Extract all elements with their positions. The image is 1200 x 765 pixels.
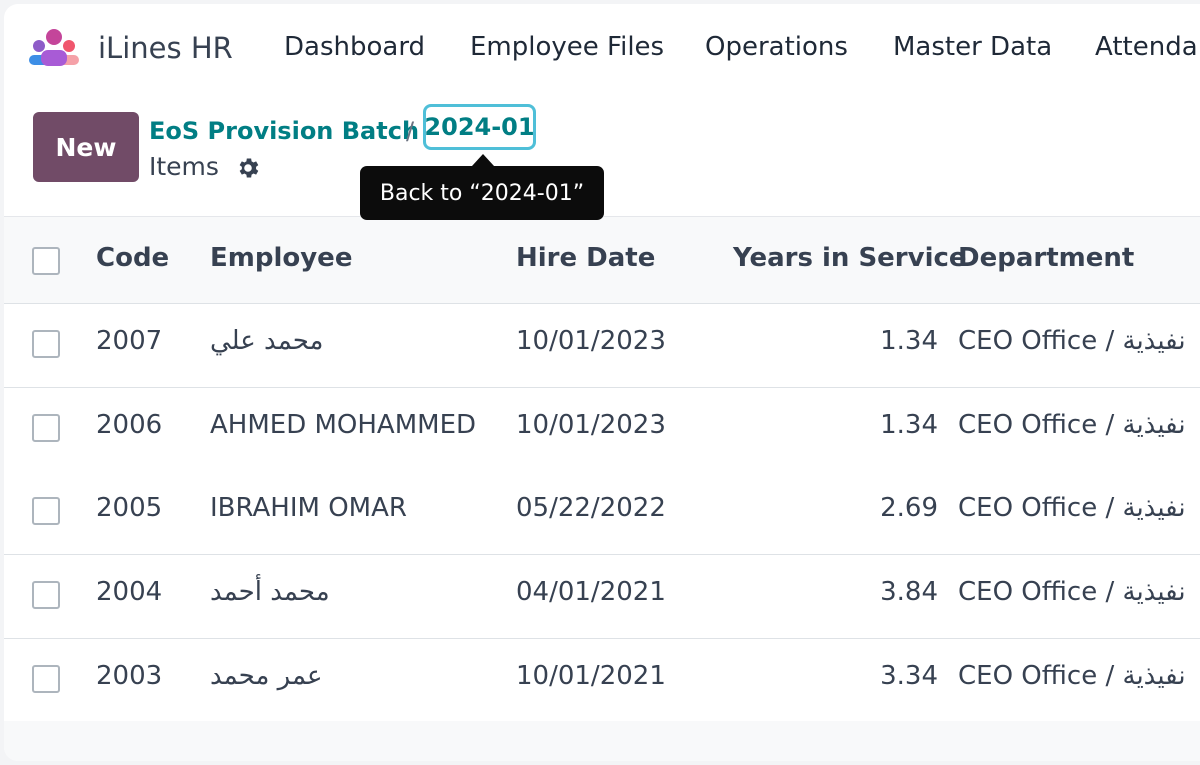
column-header-code[interactable]: Code bbox=[96, 243, 169, 273]
cell-code: 2007 bbox=[96, 326, 163, 356]
cell-code: 2005 bbox=[96, 493, 163, 523]
app-name[interactable]: iLines HR bbox=[98, 31, 233, 65]
menu-dashboard[interactable]: Dashboard bbox=[284, 32, 425, 62]
column-header-hire-date[interactable]: Hire Date bbox=[516, 243, 655, 273]
select-all-checkbox[interactable] bbox=[32, 247, 60, 275]
table-row[interactable]: 2005 IBRAHIM OMAR 05/22/2022 2.69 CEO Of… bbox=[4, 471, 1200, 555]
app-window: iLines HR Dashboard Employee Files Opera… bbox=[4, 4, 1200, 761]
row-checkbox[interactable] bbox=[32, 330, 60, 358]
list-footer bbox=[4, 721, 1200, 761]
menu-employee-files[interactable]: Employee Files bbox=[470, 32, 664, 62]
cell-department: CEO Office / نفيذية bbox=[958, 577, 1186, 607]
cell-code: 2004 bbox=[96, 577, 163, 607]
cell-years-in-service: 3.34 bbox=[880, 661, 938, 691]
row-checkbox[interactable] bbox=[32, 414, 60, 442]
table-row[interactable]: 2004 محمد أحمد 04/01/2021 3.84 CEO Offic… bbox=[4, 555, 1200, 639]
gear-icon[interactable] bbox=[235, 155, 261, 181]
cell-employee: محمد أحمد bbox=[210, 577, 330, 607]
cell-hire-date: 10/01/2021 bbox=[516, 661, 666, 691]
list-header: Code Employee Hire Date Years in Service… bbox=[4, 217, 1200, 304]
table-row[interactable]: 2003 عمر محمد 10/01/2021 3.34 CEO Office… bbox=[4, 639, 1200, 723]
cell-department: CEO Office / نفيذية bbox=[958, 410, 1186, 440]
cell-code: 2006 bbox=[96, 410, 163, 440]
top-navbar: iLines HR Dashboard Employee Files Opera… bbox=[4, 4, 1200, 92]
column-header-employee[interactable]: Employee bbox=[210, 243, 352, 273]
row-checkbox[interactable] bbox=[32, 497, 60, 525]
row-checkbox[interactable] bbox=[32, 581, 60, 609]
column-header-years-in-service[interactable]: Years in Service bbox=[733, 243, 967, 273]
cell-hire-date: 05/22/2022 bbox=[516, 493, 666, 523]
table-row[interactable]: 2007 محمد علي 10/01/2023 1.34 CEO Office… bbox=[4, 304, 1200, 388]
cell-employee: AHMED MOHAMMED bbox=[210, 410, 477, 440]
cell-years-in-service: 2.69 bbox=[880, 493, 938, 523]
row-checkbox[interactable] bbox=[32, 665, 60, 693]
cell-department: CEO Office / نفيذية bbox=[958, 326, 1186, 356]
cell-years-in-service: 3.84 bbox=[880, 577, 938, 607]
cell-employee: عمر محمد bbox=[210, 661, 323, 691]
new-button[interactable]: New bbox=[33, 112, 139, 182]
breadcrumb-current[interactable]: 2024-01 bbox=[423, 104, 536, 150]
page-title: Items bbox=[149, 152, 219, 181]
cell-hire-date: 04/01/2021 bbox=[516, 577, 666, 607]
cell-employee: IBRAHIM OMAR bbox=[210, 493, 407, 523]
breadcrumb-parent[interactable]: EoS Provision Batch bbox=[149, 117, 419, 145]
menu-attendance[interactable]: Attenda bbox=[1095, 32, 1198, 62]
app-logo-icon[interactable] bbox=[26, 28, 82, 70]
cell-years-in-service: 1.34 bbox=[880, 326, 938, 356]
cell-employee: محمد علي bbox=[210, 326, 324, 356]
cell-department: CEO Office / نفيذية bbox=[958, 661, 1186, 691]
cell-department: CEO Office / نفيذية bbox=[958, 493, 1186, 523]
cell-hire-date: 10/01/2023 bbox=[516, 326, 666, 356]
tooltip-arrow bbox=[472, 154, 494, 166]
table-row[interactable]: 2006 AHMED MOHAMMED 10/01/2023 1.34 CEO … bbox=[4, 388, 1200, 472]
column-header-department[interactable]: Department bbox=[958, 243, 1134, 273]
menu-master-data[interactable]: Master Data bbox=[893, 32, 1052, 62]
cell-years-in-service: 1.34 bbox=[880, 410, 938, 440]
menu-operations[interactable]: Operations bbox=[705, 32, 848, 62]
cell-code: 2003 bbox=[96, 661, 163, 691]
breadcrumb-tooltip: Back to “2024-01” bbox=[360, 166, 604, 220]
cell-hire-date: 10/01/2023 bbox=[516, 410, 666, 440]
breadcrumb-separator: / bbox=[406, 117, 415, 145]
